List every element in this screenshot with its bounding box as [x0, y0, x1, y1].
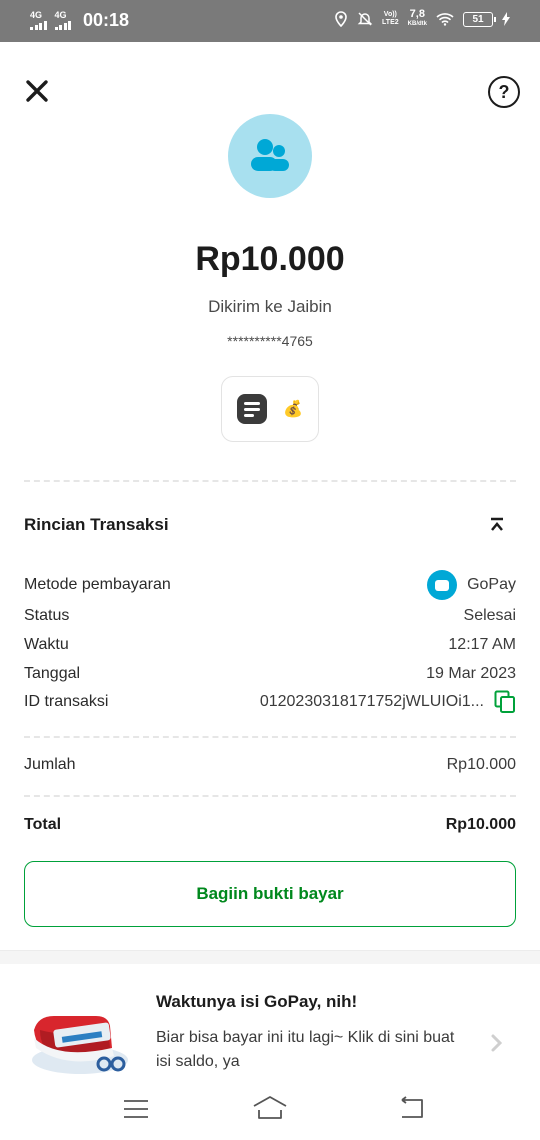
nav-home-button[interactable] — [252, 1094, 288, 1122]
share-receipt-button[interactable]: Bagiin bukti bayar — [24, 861, 516, 927]
signal-sim2: 4G — [54, 11, 71, 30]
users-icon — [251, 139, 289, 171]
network-speed: 7,8 KB/dtk — [407, 8, 427, 28]
help-button[interactable]: ? — [488, 76, 520, 108]
location-icon — [335, 11, 347, 27]
close-button[interactable] — [24, 78, 50, 104]
status-bar: 4G 4G 00:18 Vo)) LTE2 7,8 KB/dtk 51 — [0, 0, 540, 42]
mute-icon — [357, 12, 373, 26]
charging-icon — [502, 12, 510, 26]
total-label: Total — [24, 816, 62, 833]
transfer-note-box[interactable]: 💰 — [221, 376, 319, 442]
home-icon — [253, 1096, 287, 1119]
detail-row-time: Waktu 12:17 AM — [24, 636, 516, 654]
battery-indicator: 51 — [463, 11, 496, 27]
collapse-button[interactable] — [488, 516, 506, 534]
menu-icon — [124, 1100, 148, 1118]
nav-back-button[interactable] — [396, 1096, 428, 1122]
promo-text[interactable]: Biar bisa bayar ini itu lagi~ Klik di si… — [156, 1026, 456, 1074]
copy-icon[interactable] — [494, 690, 516, 714]
chevron-up-icon — [491, 517, 503, 531]
nav-menu-button[interactable] — [122, 1098, 150, 1120]
detail-value: GoPay — [427, 570, 516, 600]
detail-value: 12:17 AM — [448, 636, 516, 653]
divider — [24, 736, 516, 738]
volte-indicator: Vo)) LTE2 — [382, 11, 399, 26]
detail-row-date: Tanggal 19 Mar 2023 — [24, 665, 516, 683]
promo-title: Waktunya isi GoPay, nih! — [156, 992, 358, 1011]
divider — [24, 480, 516, 482]
recipient-avatar — [228, 114, 312, 198]
signal-bars-icon — [54, 21, 71, 30]
detail-label: Waktu — [24, 636, 69, 653]
detail-label: ID transaksi — [24, 693, 109, 710]
signal-sim1: 4G — [30, 11, 47, 30]
transfer-amount: Rp10.000 — [195, 240, 345, 278]
close-icon — [26, 80, 48, 102]
detail-label: Tanggal — [24, 665, 81, 682]
detail-row-total: Total Rp10.000 — [24, 816, 516, 834]
detail-label: Status — [24, 607, 70, 624]
recipient-name: Dikirim ke Jaibin — [208, 297, 332, 316]
divider — [24, 795, 516, 797]
topup-illustration[interactable] — [28, 1008, 132, 1078]
detail-value: 0120230318171752jWLUIOi1... — [260, 690, 516, 714]
chevron-right-icon — [491, 1034, 503, 1052]
detail-label: Metode pembayaran — [24, 576, 171, 593]
signal-bars-icon — [30, 21, 47, 30]
document-icon — [237, 394, 268, 424]
detail-value: Rp10.000 — [446, 756, 516, 773]
details-title: Rincian Transaksi — [24, 515, 169, 534]
detail-row-payment-method: Metode pembayaran GoPay — [24, 570, 516, 600]
promo-open-button[interactable] — [490, 1032, 504, 1054]
back-icon — [401, 1096, 423, 1118]
section-separator — [0, 950, 540, 964]
detail-row-status: Status Selesai — [24, 607, 516, 625]
wallet-icon — [427, 570, 458, 600]
help-icon: ? — [498, 81, 510, 102]
money-bag-icon: 💰 — [283, 401, 303, 418]
detail-label: Jumlah — [24, 756, 76, 773]
wifi-icon — [436, 13, 454, 26]
detail-value: 19 Mar 2023 — [426, 665, 516, 682]
detail-value: Selesai — [463, 607, 516, 624]
clock: 00:18 — [83, 10, 130, 30]
system-nav-bar — [0, 1086, 540, 1140]
detail-row-jumlah: Jumlah Rp10.000 — [24, 756, 516, 774]
recipient-account: **********4765 — [227, 333, 313, 349]
total-value: Rp10.000 — [445, 816, 516, 833]
detail-row-transaction-id: ID transaksi 0120230318171752jWLUIOi1... — [24, 690, 516, 714]
